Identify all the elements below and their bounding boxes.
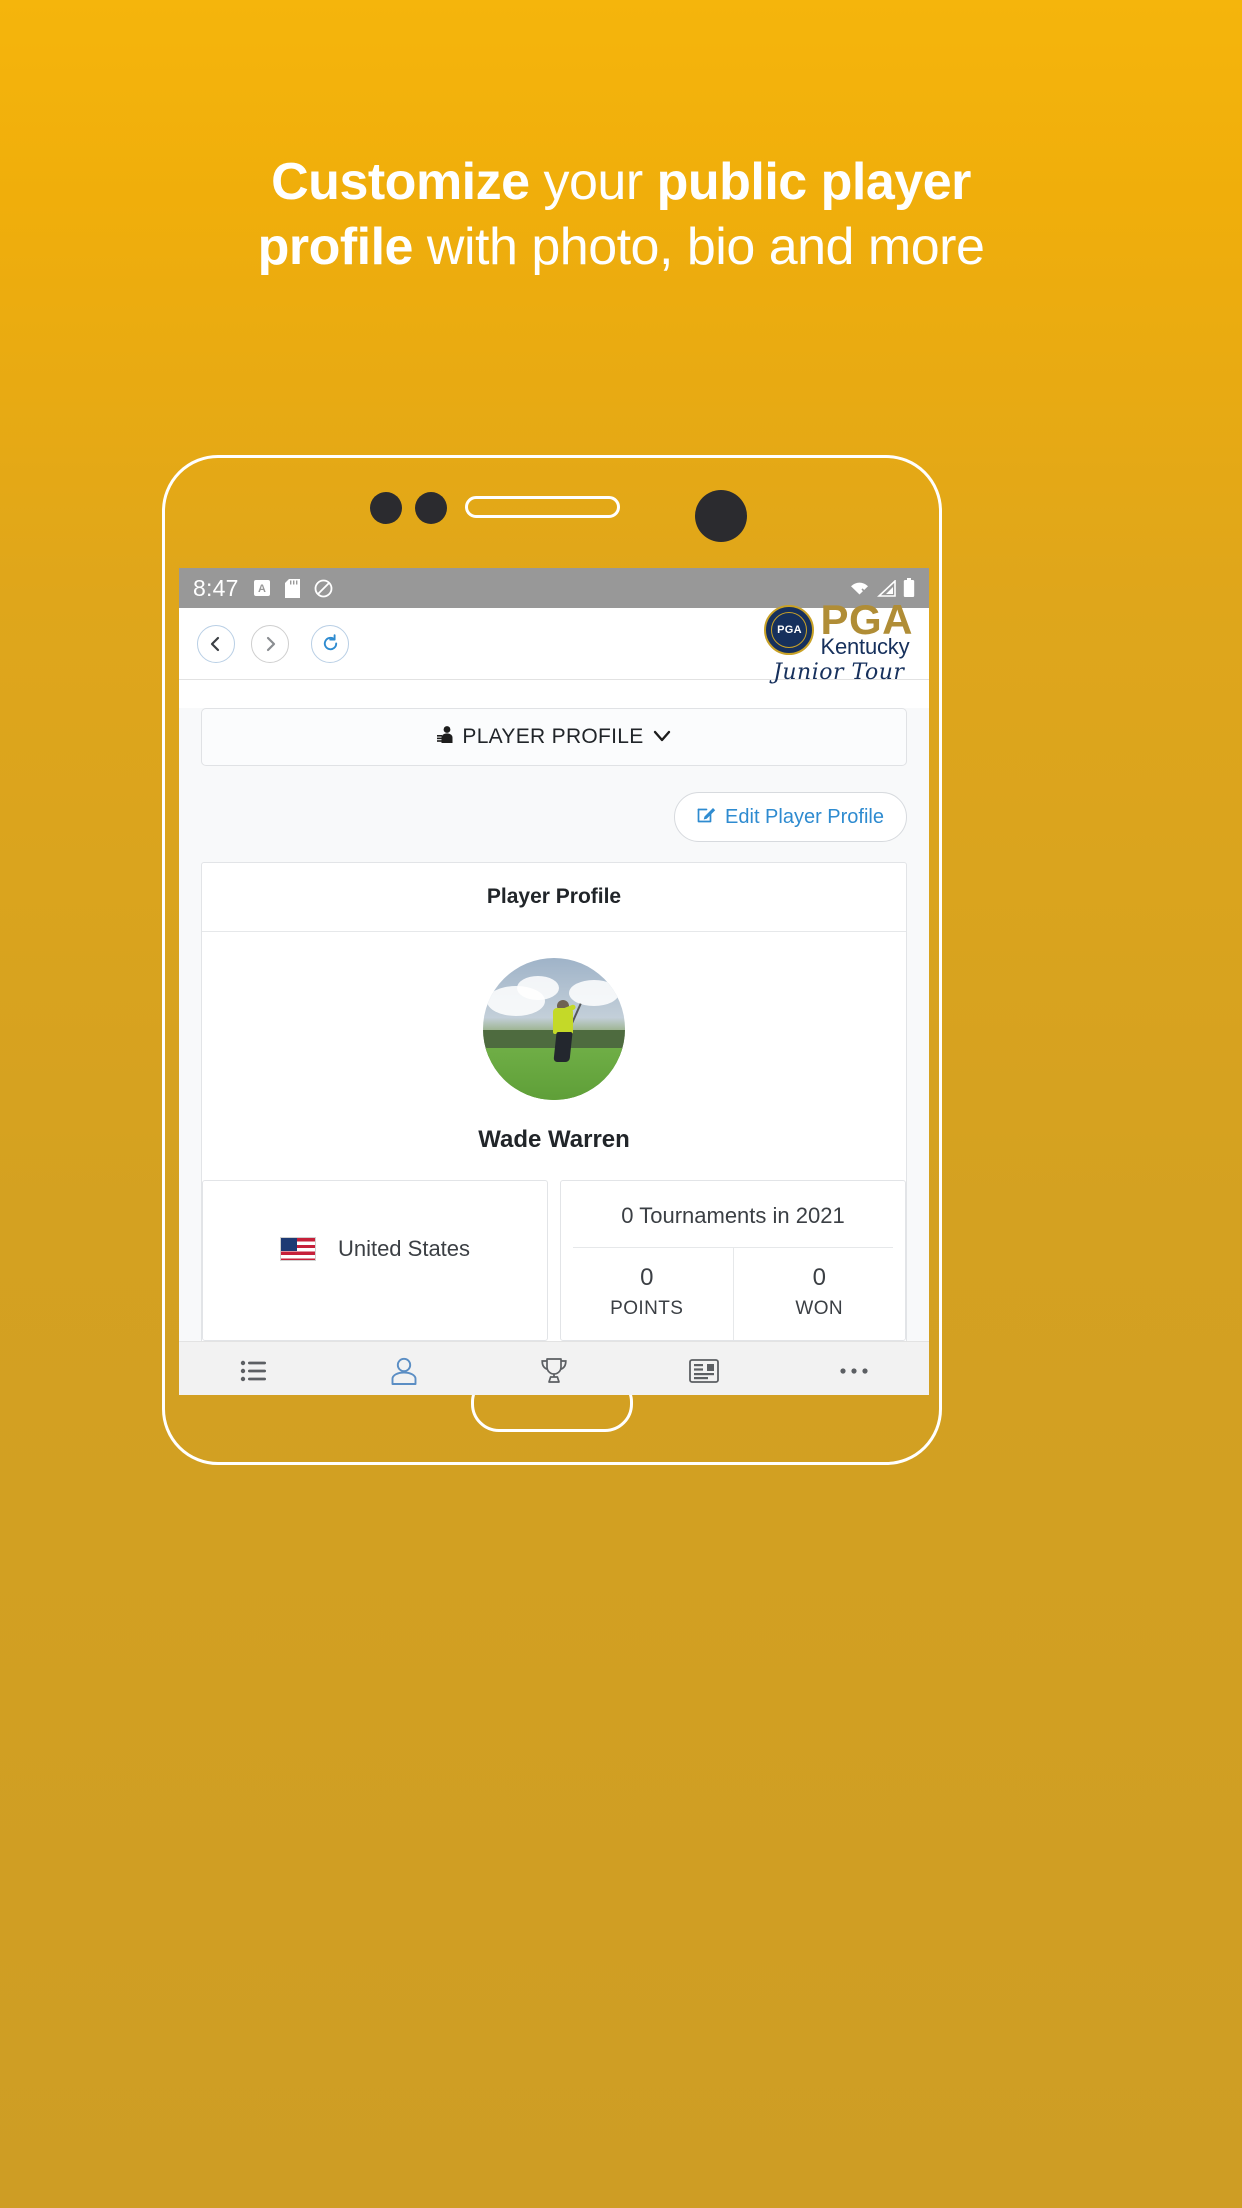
cloud-shape <box>569 980 619 1006</box>
headline-light-1: your <box>529 153 657 211</box>
nav-label-directory: Directory <box>224 1393 284 1395</box>
ellipsis-icon <box>839 1355 869 1387</box>
person-icon <box>389 1355 419 1387</box>
page-headline: Customize your public player profile wit… <box>0 150 1242 280</box>
golfer-legs <box>553 1032 573 1062</box>
sd-card-icon <box>284 578 300 598</box>
tournaments-title: 0 Tournaments in 2021 <box>573 1181 893 1248</box>
nav-item-profile[interactable]: Profile <box>329 1355 479 1395</box>
do-not-disturb-icon <box>314 579 333 598</box>
headline-bold-1: Customize <box>271 153 530 211</box>
player-profile-card-title: Player Profile <box>202 863 906 932</box>
headline-line-2: profile with photo, bio and more <box>90 215 1152 280</box>
nav-item-more[interactable]: More <box>779 1355 929 1395</box>
wifi-off-icon <box>849 580 870 597</box>
nav-label-more: More <box>837 1393 871 1395</box>
alarm-letter-icon: A <box>253 579 271 597</box>
country-label: United States <box>337 1236 471 1261</box>
headline-bold-2: public player <box>656 153 972 211</box>
player-profile-dropdown[interactable]: PLAYER PROFILE <box>201 708 907 766</box>
phone-frame: 8:47 A PGA PGA Kentucky Junior Tour PLAY… <box>162 455 942 1465</box>
us-flag-icon <box>279 1237 316 1261</box>
nav-item-membership[interactable]: Membership <box>629 1355 779 1395</box>
earpiece-speaker <box>465 496 620 518</box>
edit-player-profile-label: Edit Player Profile <box>725 805 884 828</box>
player-profile-card-body: Wade Warren United States 0 Tournaments … <box>202 932 906 1361</box>
logo-state-text: Kentucky <box>820 634 910 660</box>
stats-row: United States 0 Tournaments in 2021 0 PO… <box>202 1180 906 1341</box>
nav-label-membership: Membership <box>663 1393 746 1395</box>
browser-header: PGA PGA Kentucky Junior Tour <box>179 598 929 685</box>
bottom-nav: Directory Profile <box>179 1341 929 1395</box>
trophy-icon <box>539 1355 569 1387</box>
site-logo[interactable]: PGA PGA Kentucky Junior Tour <box>764 595 913 686</box>
edit-button-row: Edit Player Profile <box>201 792 907 842</box>
player-profile-card: Player Profile Wade Warren United States… <box>201 862 907 1362</box>
pga-seal-icon: PGA <box>764 604 815 655</box>
points-label: POINTS <box>610 1298 684 1319</box>
nav-item-directory[interactable]: Directory <box>179 1355 329 1395</box>
logo-pga-text: PGA <box>820 595 913 643</box>
sensor-dot-icon <box>415 492 447 524</box>
country-box: United States <box>202 1180 548 1341</box>
won-cell: 0 WON <box>732 1248 906 1340</box>
player-name: Wade Warren <box>478 1126 630 1153</box>
phone-screen: 8:47 A PGA PGA Kentucky Junior Tour PLAY… <box>179 568 929 1395</box>
points-value: 0 <box>640 1264 654 1291</box>
back-button[interactable] <box>197 624 235 663</box>
headline-light-2: with photo, bio and more <box>412 218 985 276</box>
person-card-icon <box>436 725 454 750</box>
forward-button[interactable] <box>251 624 289 663</box>
status-time: 8:47 <box>193 574 239 601</box>
sensor-dot-icon <box>370 492 402 524</box>
page-content: PLAYER PROFILE Edit Player Profile Playe… <box>179 708 929 1395</box>
avatar[interactable] <box>483 958 625 1100</box>
cloud-shape <box>517 976 559 1000</box>
reload-button[interactable] <box>311 624 349 663</box>
front-camera-icon <box>695 490 747 542</box>
headline-bold-3: profile <box>257 218 414 276</box>
svg-text:A: A <box>258 583 266 595</box>
chevron-down-icon <box>652 725 672 749</box>
signal-icon <box>877 579 896 597</box>
headline-line-1: Customize your public player <box>90 150 1152 215</box>
won-label: WON <box>795 1298 844 1319</box>
phone-top-hardware <box>165 458 939 542</box>
won-value: 0 <box>812 1264 826 1291</box>
seal-text: PGA <box>777 623 802 636</box>
nav-label-poy: POY <box>538 1393 570 1395</box>
edit-player-profile-button[interactable]: Edit Player Profile <box>674 792 907 842</box>
nav-item-poy[interactable]: POY <box>479 1355 629 1395</box>
player-profile-dropdown-label: PLAYER PROFILE <box>462 725 644 748</box>
card-icon <box>689 1355 719 1387</box>
edit-pencil-icon <box>697 805 716 830</box>
list-icon <box>240 1355 268 1387</box>
logo-tour-text: Junior Tour <box>773 660 905 686</box>
points-cell: 0 POINTS <box>561 1248 733 1340</box>
nav-label-profile: Profile <box>383 1393 426 1395</box>
tournaments-box: 0 Tournaments in 2021 0 POINTS 0 WON <box>560 1180 906 1341</box>
